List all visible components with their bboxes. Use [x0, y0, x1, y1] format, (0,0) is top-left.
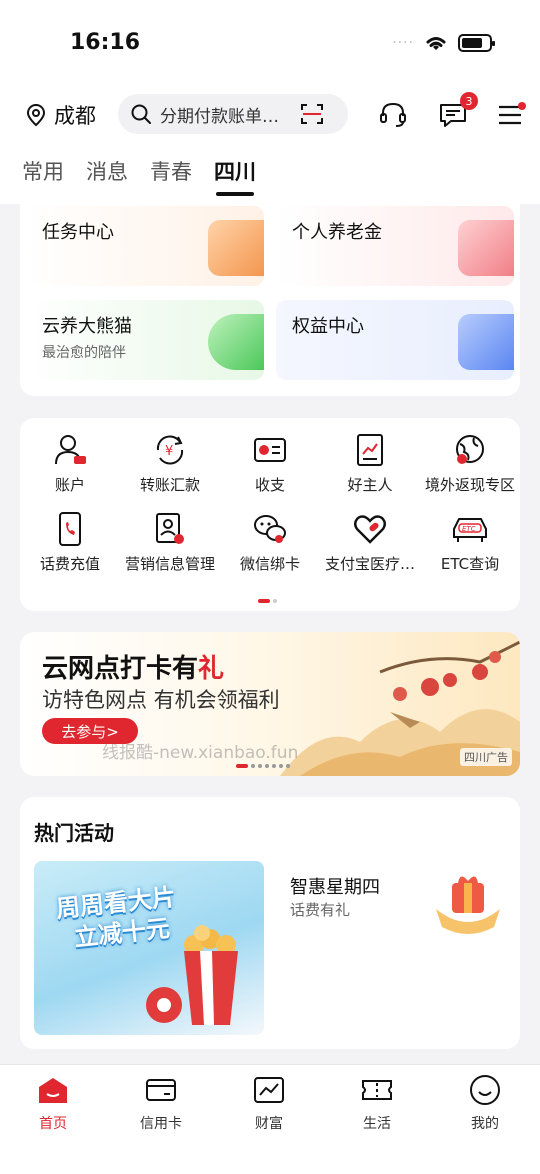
tabbar-label: 生活 — [363, 1116, 391, 1132]
scan-icon[interactable] — [300, 102, 324, 126]
grid-label: ETC查询 — [440, 555, 500, 573]
grid-item-account[interactable]: 账户 — [20, 430, 120, 495]
tabbar-credit-card[interactable]: 信用卡 — [121, 1073, 201, 1133]
coin-stack-icon — [208, 220, 264, 276]
hot-item-subtitle: 话费有礼 — [290, 901, 351, 919]
tabbar-mine[interactable]: 我的 — [445, 1073, 525, 1133]
benefits-card[interactable]: 权益中心 — [276, 300, 514, 380]
battery-icon — [458, 34, 495, 52]
hot-activities: 热门活动 周周看大片 立减十元 智惠星期四 话费有礼 — [20, 797, 520, 1049]
grid-item-good-owner[interactable]: 好主人 — [320, 430, 420, 495]
banner-title: 云网点打卡有礼 — [42, 654, 225, 684]
search-icon — [131, 104, 151, 124]
grid-item-cashback[interactable]: 境外返现专区 — [420, 430, 520, 495]
banner-subtitle: 访特色网点 有机会领福利 — [42, 688, 280, 712]
trend-doc-icon — [350, 430, 390, 470]
grid-label: 收支 — [254, 476, 285, 494]
movie-promo-image[interactable]: 周周看大片 立减十元 — [34, 861, 264, 1035]
gift-coupon-icon — [436, 876, 500, 934]
smile-icon — [470, 1075, 500, 1105]
banner-pager — [236, 764, 290, 768]
panda-icon — [208, 314, 264, 370]
status-bar: 16:16 ···· — [0, 0, 540, 88]
grid-label: 微信绑卡 — [239, 555, 300, 573]
etc-car-icon: ETC — [450, 509, 490, 549]
city-selector[interactable]: 成都 — [24, 100, 96, 130]
message-icon[interactable]: 3 — [436, 92, 478, 132]
bottom-tabbar: 首页 信用卡 财富 生活 我的 — [0, 1064, 540, 1174]
grid-label: 好主人 — [347, 476, 393, 494]
chart-card-icon — [250, 430, 290, 470]
grid-label: 境外返现专区 — [424, 476, 515, 494]
top-tabs: 常用 消息 青春 四川 — [22, 156, 256, 196]
search-text: 分期付款账单… — [160, 106, 279, 127]
home-icon — [39, 1078, 67, 1103]
svg-text:¥: ¥ — [165, 444, 173, 459]
transfer-icon: ¥ — [150, 430, 190, 470]
tab-sichuan[interactable]: 四川 — [214, 156, 256, 196]
quick-cards: 任务中心 个人养老金 云养大熊猫 最治愈的陪伴 权益中心 — [20, 196, 520, 396]
watermark: 线报酷-new.xianbao.fun — [102, 743, 299, 763]
tabbar-wealth[interactable]: 财富 — [229, 1073, 309, 1133]
heart-person-icon — [458, 220, 514, 276]
tabbar-label: 财富 — [255, 1116, 283, 1132]
user-card-icon — [50, 430, 90, 470]
hot-item-title[interactable]: 智惠星期四 — [290, 873, 380, 899]
doc-gear-icon — [150, 509, 190, 549]
ticket-icon — [362, 1080, 392, 1100]
status-time: 16:16 — [70, 30, 141, 55]
globe-icon — [450, 430, 490, 470]
pension-card[interactable]: 个人养老金 — [276, 206, 514, 286]
svg-text:ETC: ETC — [462, 525, 476, 533]
customer-service-icon[interactable] — [376, 98, 410, 132]
location-icon — [26, 103, 46, 127]
wifi-icon — [426, 37, 446, 50]
tabbar-label: 我的 — [471, 1116, 499, 1132]
grid-item-etc[interactable]: ETC ETC查询 — [420, 509, 520, 574]
tabbar-label: 首页 — [39, 1116, 67, 1132]
v-badge-icon — [458, 314, 514, 370]
grid-item-transfer[interactable]: ¥ 转账汇款 — [120, 430, 220, 495]
tabbar-life[interactable]: 生活 — [337, 1073, 417, 1133]
wechat-icon — [250, 509, 290, 549]
tab-common[interactable]: 常用 — [22, 156, 64, 186]
function-grid: 账户 ¥ 转账汇款 收支 好主人 境外返现专区 话费充值 营销信息管理 微信绑卡… — [20, 418, 520, 611]
grid-item-alipay-medical[interactable]: 支付宝医疗… — [320, 509, 420, 574]
search-input[interactable]: 分期付款账单… — [118, 94, 348, 134]
grid-item-wechat[interactable]: 微信绑卡 — [220, 509, 320, 574]
credit-card-icon — [146, 1079, 176, 1101]
popcorn-illustration — [146, 925, 238, 1025]
grid-label: 话费充值 — [39, 555, 100, 573]
phone-icon — [50, 509, 90, 549]
menu-icon[interactable] — [494, 98, 528, 132]
heart-pill-icon — [350, 509, 390, 549]
grid-label: 营销信息管理 — [124, 555, 215, 573]
grid-label: 转账汇款 — [139, 476, 200, 494]
task-center-card[interactable]: 任务中心 — [26, 206, 264, 286]
tabbar-label: 信用卡 — [140, 1116, 182, 1132]
city-label: 成都 — [54, 104, 96, 128]
hot-title: 热门活动 — [34, 821, 114, 845]
grid-item-phone-topup[interactable]: 话费充值 — [20, 509, 120, 574]
ad-tag: 四川广告 — [460, 748, 512, 766]
message-badge: 3 — [460, 92, 478, 110]
grid-item-income[interactable]: 收支 — [220, 430, 320, 495]
panda-card[interactable]: 云养大熊猫 最治愈的陪伴 — [26, 300, 264, 380]
status-icons: ···· — [392, 34, 495, 52]
menu-dot — [518, 102, 526, 110]
header: 成都 分期付款账单… 3 常用 消息 青春 四川 — [0, 88, 540, 204]
signal-icon: ···· — [392, 35, 414, 51]
wealth-chart-icon — [254, 1077, 284, 1103]
promo-banner[interactable]: 云网点打卡有礼 访特色网点 有机会领福利 去参与> 线报酷-new.xianba… — [20, 632, 520, 776]
tab-youth[interactable]: 青春 — [150, 156, 192, 186]
tab-messages[interactable]: 消息 — [86, 156, 128, 186]
grid-label: 账户 — [54, 476, 85, 494]
grid-pager — [258, 599, 277, 603]
grid-item-marketing[interactable]: 营销信息管理 — [120, 509, 220, 574]
grid-label: 支付宝医疗… — [324, 555, 415, 573]
tabbar-home[interactable]: 首页 — [13, 1073, 93, 1133]
